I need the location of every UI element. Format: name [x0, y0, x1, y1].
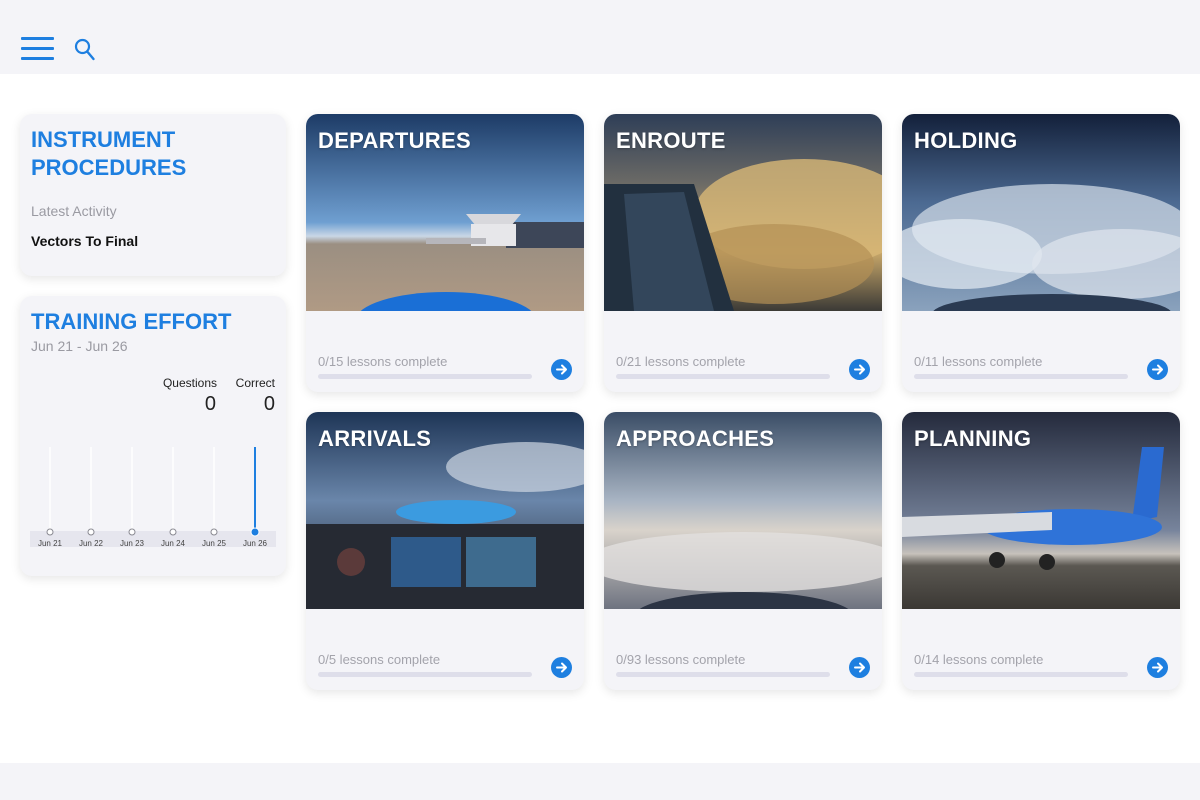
lessons-progress-bar: [616, 374, 830, 379]
top-bar: [0, 0, 1200, 74]
lessons-progress-text: 0/15 lessons complete: [318, 354, 448, 369]
category-title: DEPARTURES: [318, 128, 471, 153]
lessons-progress-text: 0/5 lessons complete: [318, 652, 441, 667]
training-effort-title: TRAINING EFFORT: [31, 309, 232, 334]
chart-day-label: Jun 23: [120, 539, 145, 548]
training-effort-date-range: Jun 21 - Jun 26: [31, 338, 128, 354]
chart-day-point[interactable]: [87, 528, 95, 536]
category-card-planning[interactable]: PLANNING 0/14 lessons complete: [902, 412, 1180, 690]
lessons-progress-text: 0/21 lessons complete: [616, 354, 746, 369]
arrow-right-icon[interactable]: [1147, 657, 1168, 678]
questions-count: 0: [204, 393, 216, 415]
hamburger-menu-icon[interactable]: [21, 37, 54, 61]
training-effort-chart: Jun 21 Jun 22 Jun 23 Jun 24 Jun 25 Jun 26: [30, 447, 276, 548]
instrument-procedures-panel: INSTRUMENT PROCEDURES Latest Activity Ve…: [20, 114, 286, 276]
lessons-progress-bar: [616, 672, 830, 677]
lessons-progress-text: 0/11 lessons complete: [914, 354, 1043, 369]
arrow-right-icon[interactable]: [849, 359, 870, 380]
chart-baseline-band: [30, 531, 276, 547]
chart-day-label: Jun 21: [38, 539, 63, 548]
arrow-right-icon[interactable]: [551, 359, 572, 380]
questions-label: Questions: [162, 376, 217, 390]
lessons-progress-bar: [914, 374, 1128, 379]
category-card-holding[interactable]: HOLDING 0/11 lessons complete: [902, 114, 1180, 392]
category-card-arrivals[interactable]: ARRIVALS 0/5 lessons complete: [306, 412, 584, 690]
chart-day-label: Jun 26: [243, 539, 268, 548]
training-effort-panel: TRAINING EFFORT Jun 21 - Jun 26 Question…: [20, 296, 286, 576]
chart-day-point[interactable]: [210, 528, 218, 536]
category-card-approaches[interactable]: APPROACHES 0/93 lessons complete: [604, 412, 882, 690]
category-card-enroute[interactable]: ENROUTE 0/21 lessons complete: [604, 114, 882, 392]
arrow-right-icon[interactable]: [1147, 359, 1168, 380]
chart-day-point[interactable]: [169, 528, 177, 536]
bottom-bar: [0, 763, 1200, 800]
category-title: PLANNING: [914, 426, 1032, 451]
lessons-progress-text: 0/14 lessons complete: [914, 652, 1044, 667]
correct-count: 0: [263, 393, 275, 415]
instrument-procedures-title: INSTRUMENT PROCEDURES: [31, 127, 187, 180]
chart-day-point[interactable]: [128, 528, 136, 536]
category-title: ARRIVALS: [318, 426, 432, 451]
lessons-progress-bar: [318, 374, 532, 379]
chart-day-label: Jun 22: [79, 539, 104, 548]
latest-activity-label: Latest Activity: [31, 203, 117, 219]
chart-day-label: Jun 25: [202, 539, 227, 548]
lessons-progress-bar: [318, 672, 532, 677]
latest-activity-value[interactable]: Vectors To Final: [31, 233, 138, 249]
lessons-progress-bar: [914, 672, 1128, 677]
correct-label: Correct: [235, 376, 275, 390]
category-title: APPROACHES: [616, 426, 775, 451]
chart-day-point[interactable]: [46, 528, 54, 536]
chart-day-label: Jun 24: [161, 539, 186, 548]
search-icon[interactable]: [74, 38, 96, 62]
category-card-departures[interactable]: DEPARTURES 0/15 lessons complete: [306, 114, 584, 392]
category-title: HOLDING: [914, 128, 1018, 153]
category-title: ENROUTE: [616, 128, 726, 153]
chart-day-point[interactable]: [250, 527, 260, 537]
arrow-right-icon[interactable]: [551, 657, 572, 678]
lessons-progress-text: 0/93 lessons complete: [616, 652, 746, 667]
arrow-right-icon[interactable]: [849, 657, 870, 678]
